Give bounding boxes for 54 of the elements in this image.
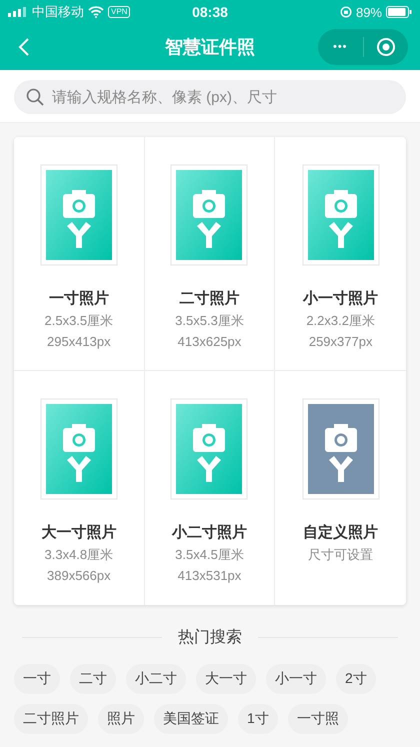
photo-size-tile[interactable]: 自定义照片 尺寸可设置 [275,371,406,605]
search-field[interactable]: 请输入规格名称、像素 (px)、尺寸 [14,80,406,114]
id-photo-icon [40,164,118,266]
search-tag[interactable]: 大一寸 [196,664,256,694]
search-tag[interactable]: 小一寸 [266,664,326,694]
vpn-badge: VPN [108,6,130,18]
search-tag[interactable]: 二寸 [70,664,116,694]
photo-size-tile[interactable]: 小二寸照片 3.5x4.5厘米 413x531px [144,371,276,605]
search-tag[interactable]: 二寸照片 [14,704,88,734]
search-icon [26,88,44,106]
clock-time: 08:38 [192,4,228,20]
size-detail: 3.3x4.8厘米 [44,546,114,564]
battery-percent: 89% [356,4,382,20]
id-photo-icon [302,164,380,266]
id-photo-icon [170,398,248,500]
size-name: 二寸照片 [179,289,240,308]
search-tag[interactable]: 一寸 [14,664,60,694]
section-title: 热门搜索 [178,628,242,648]
battery-icon [386,6,412,18]
custom-photo-icon [302,398,380,500]
page-title: 智慧证件照 [164,36,256,59]
size-name: 小一寸照片 [303,289,378,308]
size-detail: 413x625px [178,334,242,349]
size-name: 一寸照片 [48,289,109,308]
id-photo-icon [170,164,248,266]
back-icon [18,37,30,57]
search-tag[interactable]: 2寸 [336,664,376,694]
photo-size-tile[interactable]: 一寸照片 2.5x3.5厘米 295x413px [14,137,145,371]
rotation-lock-icon [340,6,352,18]
size-detail: 295x413px [47,334,111,349]
size-detail: 2.2x3.2厘米 [306,312,375,330]
search-tag[interactable]: 照片 [98,704,144,734]
wifi-icon [88,6,104,18]
photo-size-tile[interactable]: 二寸照片 3.5x5.3厘米 413x625px [144,137,276,371]
size-detail: 389x566px [47,568,111,583]
photo-size-tile[interactable]: 大一寸照片 3.3x4.8厘米 389x566px [14,371,145,605]
id-photo-icon [40,398,118,500]
size-detail: 2.5x3.5厘米 [44,312,114,330]
search-tag[interactable]: 美国签证 [154,704,228,734]
size-detail: 3.5x4.5厘米 [175,546,244,564]
size-name: 自定义照片 [303,523,378,542]
size-detail: 413x531px [178,568,242,583]
search-tag[interactable]: 一寸照 [288,704,348,734]
search-tag[interactable]: 小二寸 [126,664,186,694]
size-detail: 3.5x5.3厘米 [175,312,244,330]
size-name: 大一寸照片 [41,523,116,542]
size-name: 小二寸照片 [172,523,247,542]
close-icon [376,37,396,57]
carrier-name: 中国移动 [32,3,84,21]
photo-size-tile[interactable]: 小一寸照片 2.2x3.2厘米 259x377px [275,137,406,371]
signal-icon [8,7,28,17]
size-detail: 尺寸可设置 [308,546,374,564]
size-detail: 259x377px [308,334,372,349]
search-tag[interactable]: 1寸 [238,704,278,734]
